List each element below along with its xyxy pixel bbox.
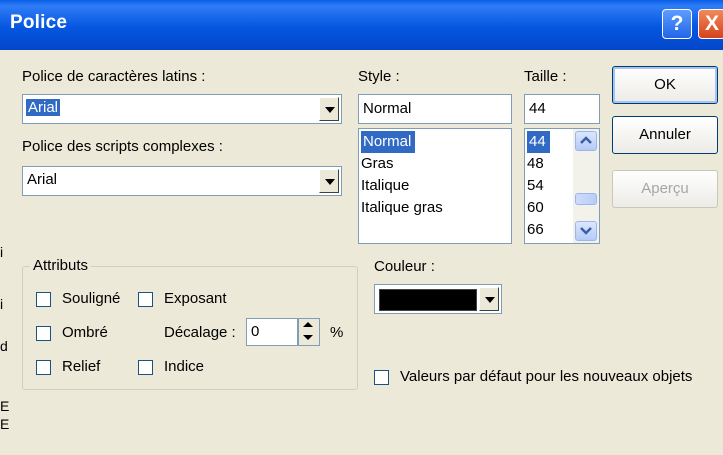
edge-glyph: i	[0, 244, 4, 260]
shadow-checkbox[interactable]	[36, 326, 51, 341]
underline-label: Souligné	[62, 290, 121, 307]
size-listbox[interactable]: 44 48 54 60 66	[524, 128, 600, 244]
size-option[interactable]: 44	[527, 131, 550, 153]
shadow-label: Ombré	[62, 324, 108, 341]
style-listbox[interactable]: Normal Gras Italique Italique gras	[358, 128, 512, 244]
scroll-up-icon[interactable]	[575, 131, 597, 151]
emboss-checkbox[interactable]	[36, 360, 51, 375]
edge-glyph: d	[0, 338, 8, 354]
color-dropdown-arrow-icon[interactable]	[479, 287, 499, 311]
complex-font-combobox[interactable]: Arial	[22, 166, 342, 196]
edge-glyph: E	[0, 416, 10, 432]
style-option[interactable]: Italique	[361, 175, 409, 197]
default-values-label: Valeurs par défaut pour les nouveaux obj…	[400, 368, 693, 385]
subscript-checkbox[interactable]	[138, 360, 153, 375]
complex-font-value: Arial	[27, 171, 58, 188]
size-option[interactable]: 66	[527, 219, 544, 241]
attributes-group-title: Attributs	[30, 257, 92, 274]
underline-checkbox[interactable]	[36, 292, 51, 307]
latin-font-dropdown-arrow-icon[interactable]	[319, 97, 339, 121]
size-input[interactable]: 44	[524, 94, 600, 124]
spin-up-icon[interactable]	[299, 319, 319, 332]
spin-down-icon[interactable]	[299, 332, 319, 345]
window-title: Police	[10, 12, 68, 33]
ok-button[interactable]: OK	[612, 66, 718, 104]
offset-unit: %	[330, 324, 344, 341]
color-label: Couleur :	[374, 258, 435, 275]
style-option[interactable]: Italique gras	[361, 197, 443, 219]
complex-font-label: Police des scripts complexes :	[22, 138, 223, 155]
offset-label: Décalage :	[164, 324, 236, 341]
offset-spinner[interactable]	[298, 318, 320, 346]
style-input-value: Normal	[363, 100, 412, 117]
style-option[interactable]: Gras	[361, 153, 394, 175]
title-bar: Police ? X	[0, 0, 723, 50]
cancel-button[interactable]: Annuler	[612, 116, 718, 154]
style-label: Style :	[358, 68, 400, 85]
latin-font-label: Police de caractères latins :	[22, 68, 206, 85]
style-option[interactable]: Normal	[361, 131, 416, 153]
superscript-label: Exposant	[164, 290, 227, 307]
size-option[interactable]: 54	[527, 175, 544, 197]
offset-input[interactable]: 0	[246, 318, 298, 346]
edge-glyph: E	[0, 398, 10, 414]
size-label: Taille :	[524, 68, 567, 85]
size-scrollbar[interactable]	[573, 129, 599, 243]
scroll-down-icon[interactable]	[575, 221, 597, 241]
size-option[interactable]: 48	[527, 153, 544, 175]
scroll-thumb[interactable]	[575, 193, 597, 205]
help-button[interactable]: ?	[662, 9, 692, 39]
default-values-checkbox[interactable]	[374, 370, 389, 385]
subscript-label: Indice	[164, 358, 205, 375]
edge-glyph: i	[0, 296, 4, 312]
complex-font-dropdown-arrow-icon[interactable]	[319, 169, 339, 193]
color-swatch	[379, 289, 477, 311]
emboss-label: Relief	[62, 358, 101, 375]
color-combobox[interactable]	[374, 284, 502, 314]
superscript-checkbox[interactable]	[138, 292, 153, 307]
size-option[interactable]: 60	[527, 197, 544, 219]
latin-font-combobox[interactable]: Arial	[22, 94, 342, 124]
close-button[interactable]: X	[698, 9, 723, 39]
latin-font-value: Arial	[26, 99, 61, 116]
preview-button: Aperçu	[612, 170, 718, 208]
size-input-value: 44	[529, 100, 546, 117]
offset-input-value: 0	[251, 323, 260, 340]
style-input[interactable]: Normal	[358, 94, 512, 124]
